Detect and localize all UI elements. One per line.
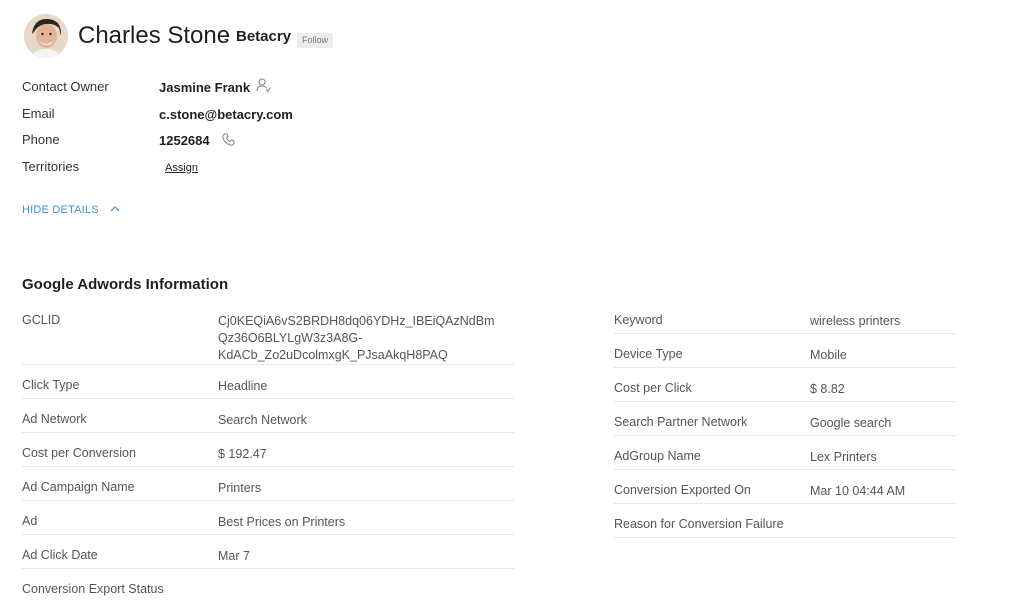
phone-label: Phone — [22, 132, 60, 147]
field-row-cost-per-click: Cost per Click $ 8.82 — [614, 381, 956, 402]
field-label: Search Partner Network — [614, 415, 748, 429]
field-row-click-type: Click Type Headline — [22, 378, 514, 399]
field-value: Cj0KEQiA6vS2BRDH8dq06YDHz_IBEiQAzNdBm Qz… — [218, 313, 495, 364]
gclid-line: Qz36O6BLYLgW3z3A8G- — [218, 331, 363, 345]
field-row-ad-network: Ad Network Search Network — [22, 412, 514, 433]
field-value: Headline — [218, 379, 268, 393]
field-label: GCLID — [22, 313, 61, 327]
field-row-conversion-export-status: Conversion Export Status — [22, 582, 514, 602]
company-name[interactable]: Betacry — [236, 28, 291, 45]
name-separator: - — [224, 30, 229, 46]
field-label: Ad Network — [22, 412, 87, 426]
field-label: Click Type — [22, 378, 80, 392]
field-label: Keyword — [614, 313, 663, 327]
field-label: AdGroup Name — [614, 449, 701, 463]
field-value: Search Network — [218, 413, 307, 427]
chevron-up-icon — [110, 203, 120, 215]
field-value: Mar 10 04:44 AM — [810, 484, 906, 498]
field-value: Mobile — [810, 348, 847, 362]
assign-territory-link[interactable]: Assign — [165, 162, 198, 174]
field-label: Conversion Export Status — [22, 582, 164, 596]
field-row-ad-click-date: Ad Click Date Mar 7 — [22, 548, 514, 569]
owner-value: Jasmine Frank — [159, 80, 251, 95]
field-row-search-partner-network: Search Partner Network Google search — [614, 415, 956, 436]
gclid-line: Cj0KEQiA6vS2BRDH8dq06YDHz_IBEiQAzNdBm — [218, 314, 495, 328]
field-row-device-type: Device Type Mobile — [614, 347, 956, 368]
field-value: Google search — [810, 416, 892, 430]
field-row-gclid: GCLID Cj0KEQiA6vS2BRDH8dq06YDHz_IBEiQAzN… — [22, 313, 514, 365]
territories-label: Territories — [22, 159, 80, 174]
field-value: wireless printers — [810, 314, 901, 328]
field-value: Printers — [218, 481, 262, 495]
field-label: Reason for Conversion Failure — [614, 517, 784, 531]
field-row-ad: Ad Best Prices on Printers — [22, 514, 514, 535]
field-value: Lex Printers — [810, 450, 877, 464]
field-value: $ 8.82 — [810, 382, 845, 396]
field-label: Device Type — [614, 347, 683, 361]
field-label: Conversion Exported On — [614, 483, 751, 497]
section-title-adwords: Google Adwords Information — [22, 276, 229, 293]
owner-label: Contact Owner — [22, 79, 109, 94]
field-row-conversion-exported-on: Conversion Exported On Mar 10 04:44 AM — [614, 483, 956, 504]
field-value: $ 192.47 — [218, 447, 267, 461]
hide-details-toggle[interactable]: HIDE DETAILS — [22, 203, 120, 216]
phone-value: 1252684 — [159, 133, 210, 148]
hide-details-label: HIDE DETAILS — [22, 204, 99, 216]
gclid-line: KdACb_Zo2uDcolmxgK_PJsaAkqH8PAQ — [218, 348, 448, 362]
email-value[interactable]: c.stone@betacry.com — [159, 107, 293, 122]
field-row-adgroup-name: AdGroup Name Lex Printers — [614, 449, 956, 470]
contact-name: Charles Stone — [78, 22, 231, 49]
avatar[interactable] — [24, 14, 68, 58]
field-row-reason-for-conversion-failure: Reason for Conversion Failure — [614, 517, 956, 538]
follow-button[interactable]: Follow — [297, 33, 334, 48]
field-label: Ad Click Date — [22, 548, 98, 562]
field-value: Best Prices on Printers — [218, 515, 346, 529]
field-row-ad-campaign-name: Ad Campaign Name Printers — [22, 480, 514, 501]
field-label: Ad — [22, 514, 38, 528]
change-owner-icon[interactable] — [255, 77, 271, 98]
field-label: Ad Campaign Name — [22, 480, 135, 494]
email-label: Email — [22, 106, 55, 121]
field-label: Cost per Conversion — [22, 446, 136, 460]
field-value: Mar 7 — [218, 549, 250, 563]
field-label: Cost per Click — [614, 381, 692, 395]
field-row-cost-per-conversion: Cost per Conversion $ 192.47 — [22, 446, 514, 467]
phone-icon[interactable] — [221, 132, 236, 152]
field-row-keyword: Keyword wireless printers — [614, 313, 956, 334]
